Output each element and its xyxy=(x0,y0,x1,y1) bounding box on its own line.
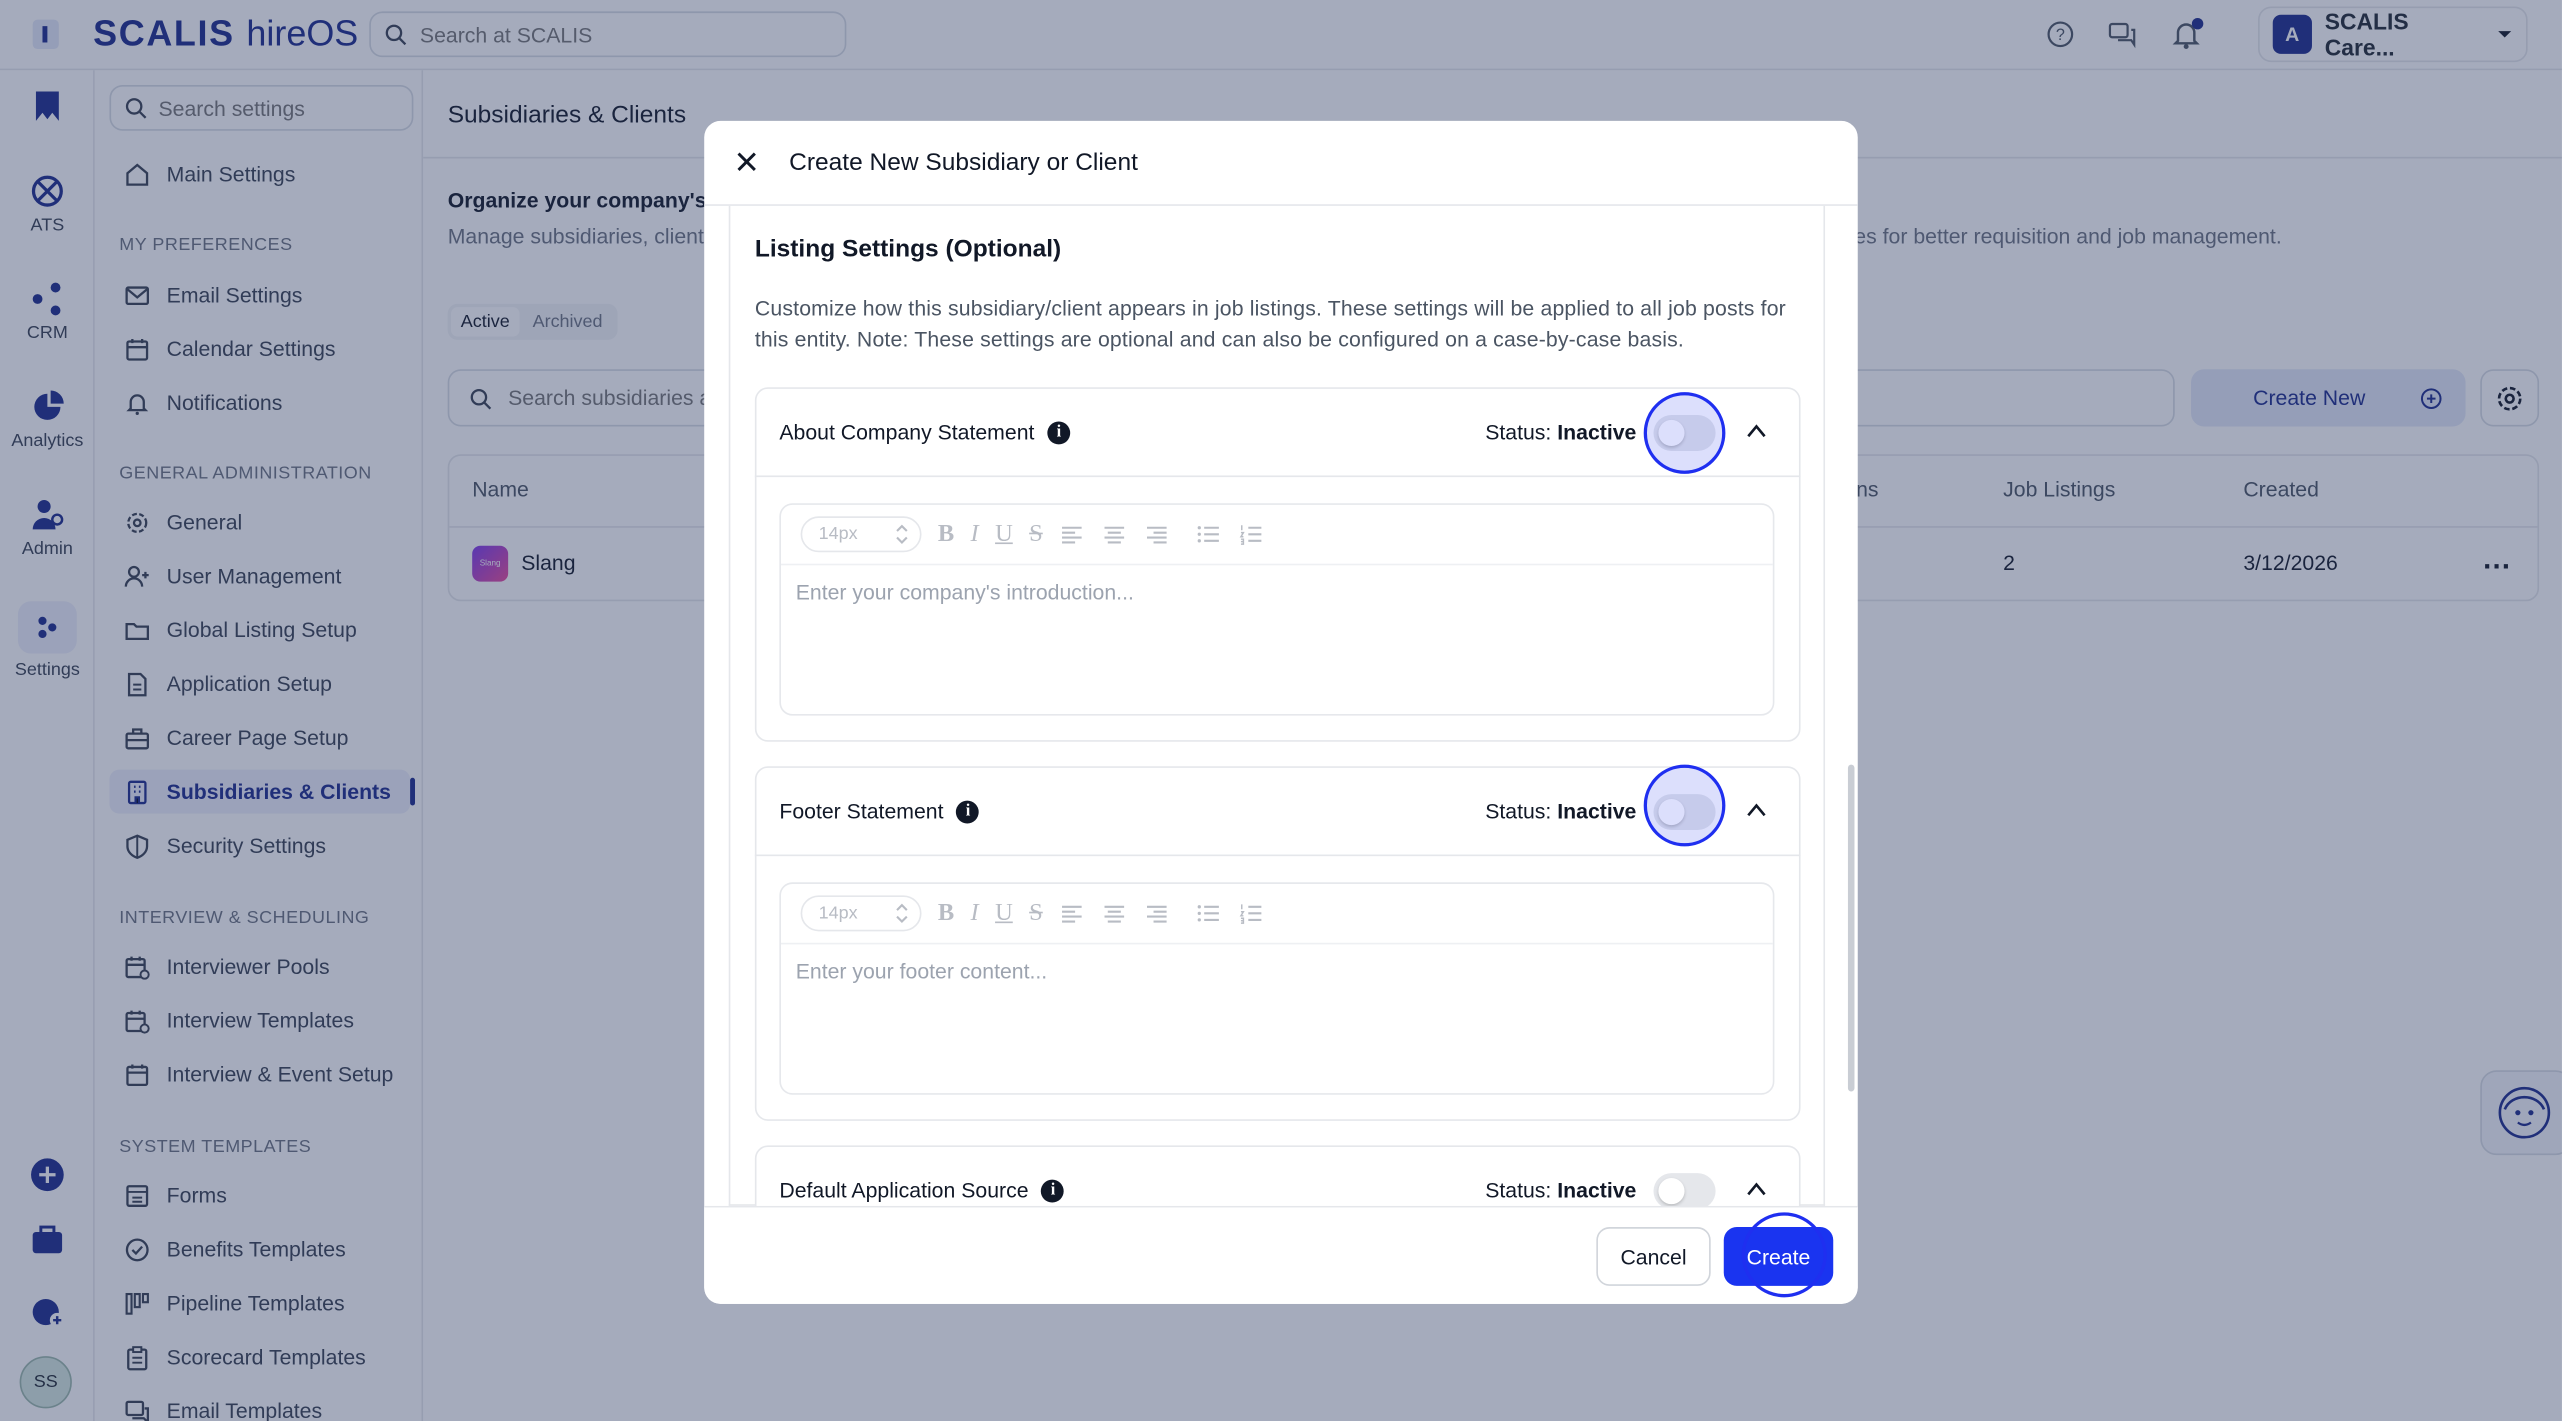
numbered-list-icon[interactable] xyxy=(1239,523,1265,546)
footer-statement-label: Footer Statement xyxy=(779,798,944,824)
click-highlight xyxy=(1741,1212,1827,1298)
info-icon[interactable]: i xyxy=(1041,1178,1065,1202)
bold-icon[interactable]: B xyxy=(938,520,954,548)
italic-icon[interactable]: I xyxy=(971,899,979,927)
font-size-value: 14px xyxy=(818,903,858,924)
chevron-up-icon[interactable] xyxy=(1745,1178,1768,1201)
align-center-icon[interactable] xyxy=(1102,902,1128,925)
status-prefix: Status: xyxy=(1485,798,1552,824)
italic-icon[interactable]: I xyxy=(971,520,979,548)
info-icon[interactable]: i xyxy=(956,799,980,823)
card-label: Default Application Source i xyxy=(779,1178,1065,1203)
click-highlight xyxy=(1643,392,1726,474)
chevron-up-icon[interactable] xyxy=(1745,420,1768,443)
underline-icon[interactable]: U xyxy=(995,520,1013,548)
close-icon[interactable] xyxy=(734,149,760,175)
editor-toolbar: 14px B I U S xyxy=(781,505,1773,566)
card-label: Footer Statement i xyxy=(779,798,980,824)
editor-placeholder: Enter your footer content... xyxy=(795,959,1048,984)
status-value: Inactive xyxy=(1557,798,1637,824)
strikethrough-icon[interactable]: S xyxy=(1029,520,1043,548)
bullet-list-icon[interactable] xyxy=(1196,523,1222,546)
modal-title: Create New Subsidiary or Client xyxy=(789,148,1138,177)
default-application-source-label: Default Application Source xyxy=(779,1178,1029,1203)
font-size-stepper[interactable]: 14px xyxy=(800,895,922,932)
stepper-icon xyxy=(896,903,908,924)
default-application-source-toggle[interactable] xyxy=(1653,1173,1716,1210)
underline-icon[interactable]: U xyxy=(995,899,1013,927)
stepper-icon xyxy=(896,524,908,544)
align-left-icon[interactable] xyxy=(1059,523,1085,546)
card-label: About Company Statement i xyxy=(779,419,1071,445)
card-status: Status: Inactive xyxy=(1485,420,1636,445)
align-right-icon[interactable] xyxy=(1144,523,1170,546)
modal-scrollbar[interactable] xyxy=(1847,764,1855,1092)
strikethrough-icon[interactable]: S xyxy=(1029,899,1043,927)
cancel-button[interactable]: Cancel xyxy=(1596,1227,1711,1286)
click-highlight xyxy=(1643,764,1726,847)
info-icon[interactable]: i xyxy=(1047,420,1071,444)
card-status: Status: Inactive xyxy=(1485,799,1636,824)
card-status: Status: Inactive xyxy=(1485,1178,1636,1203)
section-title: Listing Settings (Optional) xyxy=(754,235,1062,264)
font-size-stepper[interactable]: 14px xyxy=(800,516,922,553)
status-prefix: Status: xyxy=(1485,1178,1552,1203)
about-company-label: About Company Statement xyxy=(779,419,1035,445)
numbered-list-icon[interactable] xyxy=(1239,902,1265,925)
status-prefix: Status: xyxy=(1485,419,1552,445)
chevron-up-icon[interactable] xyxy=(1745,799,1768,822)
align-left-icon[interactable] xyxy=(1059,902,1085,925)
editor-toolbar: 14px B I U S xyxy=(781,884,1773,945)
font-size-value: 14px xyxy=(818,524,858,545)
status-value: Inactive xyxy=(1557,419,1637,445)
editor-placeholder: Enter your company's introduction... xyxy=(795,580,1134,605)
align-center-icon[interactable] xyxy=(1102,523,1128,546)
section-description: Customize how this subsidiary/client app… xyxy=(754,295,1786,352)
bold-icon[interactable]: B xyxy=(938,899,954,927)
status-value: Inactive xyxy=(1557,1178,1637,1203)
bullet-list-icon[interactable] xyxy=(1196,902,1222,925)
align-right-icon[interactable] xyxy=(1144,902,1170,925)
